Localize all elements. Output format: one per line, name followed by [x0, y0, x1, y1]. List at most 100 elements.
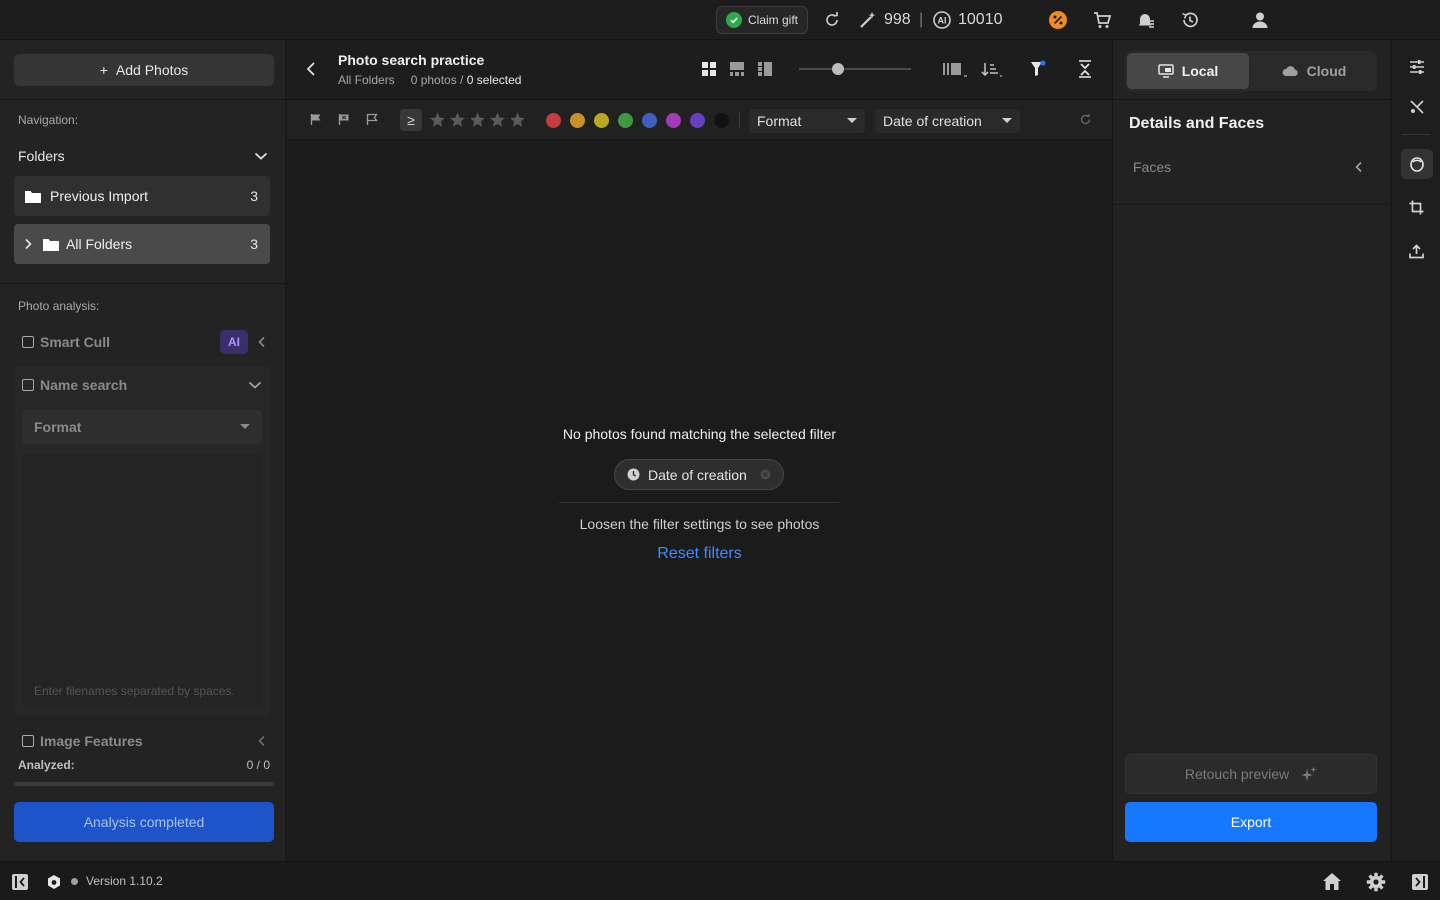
- settings-gear-icon[interactable]: [1366, 872, 1386, 892]
- compare-view-icon[interactable]: [757, 61, 773, 77]
- folder-icon: [42, 237, 60, 252]
- adjustments-icon[interactable]: [1409, 59, 1425, 75]
- color-label-dot[interactable]: [666, 113, 681, 128]
- flag-unflagged-icon[interactable]: [366, 113, 378, 126]
- star-rating[interactable]: [429, 112, 526, 128]
- image-features-checkbox[interactable]: [22, 735, 34, 747]
- user-icon[interactable]: [1250, 10, 1270, 30]
- breadcrumb-item[interactable]: All Folders: [338, 73, 395, 87]
- star-icon[interactable]: [429, 112, 446, 128]
- color-label-dot[interactable]: [618, 113, 633, 128]
- star-icon[interactable]: [489, 112, 506, 128]
- retouch-preview-button[interactable]: Retouch preview: [1125, 754, 1377, 794]
- cart-icon[interactable]: [1092, 10, 1112, 30]
- collapse-icon[interactable]: [1078, 60, 1092, 78]
- caret-down-icon: [240, 424, 250, 430]
- color-label-dot[interactable]: [714, 113, 729, 128]
- face-tool-button[interactable]: [1401, 149, 1433, 179]
- chevron-left-icon[interactable]: [1355, 161, 1363, 173]
- home-icon[interactable]: [1322, 872, 1342, 891]
- reset-filters-link[interactable]: Reset filters: [657, 545, 741, 562]
- empty-state-title: No photos found matching the selected fi…: [562, 426, 837, 442]
- clear-chip-icon[interactable]: [760, 469, 771, 480]
- analysis-progress-bar: [14, 782, 274, 786]
- faces-row[interactable]: Faces: [1133, 157, 1363, 177]
- analyzed-label: Analyzed:: [18, 758, 75, 772]
- filter-icon[interactable]: [1030, 60, 1046, 78]
- stack-icon[interactable]: [942, 61, 968, 79]
- notifications-icon[interactable]: [1136, 10, 1156, 30]
- tab-local-label: Local: [1181, 63, 1219, 79]
- folders-header[interactable]: Folders: [18, 146, 268, 166]
- date-filter-chip[interactable]: Date of creation: [614, 459, 784, 490]
- smart-cull-row[interactable]: Smart Cull AI: [22, 330, 266, 354]
- tab-cloud[interactable]: Cloud: [1253, 53, 1375, 89]
- name-search-label: Name search: [40, 377, 128, 393]
- collapse-right-panel-icon[interactable]: [1411, 873, 1429, 891]
- format-dropdown-label: Format: [757, 113, 802, 129]
- star-icon[interactable]: [509, 112, 526, 128]
- collapse-left-panel-icon[interactable]: [11, 873, 29, 891]
- center-header: Photo search practice All Folders 0 phot…: [287, 40, 1112, 100]
- empty-state-hint: Loosen the filter settings to see photos: [579, 516, 820, 532]
- discount-badge-icon[interactable]: [1048, 10, 1068, 30]
- upload-icon[interactable]: [1409, 244, 1424, 259]
- check-icon: [726, 12, 742, 28]
- back-icon[interactable]: [306, 61, 316, 77]
- slider-knob[interactable]: [832, 63, 845, 75]
- color-label-dot[interactable]: [570, 113, 585, 128]
- smart-cull-label: Smart Cull: [40, 334, 111, 350]
- chevron-left-icon[interactable]: [258, 336, 266, 348]
- status-dot: [71, 878, 78, 885]
- format-select[interactable]: Format: [22, 410, 262, 444]
- rating-operator-button[interactable]: ≥: [400, 109, 422, 131]
- tab-local[interactable]: Local: [1127, 53, 1249, 89]
- divider: [0, 99, 286, 100]
- filenames-input[interactable]: Enter filenames separated by spaces.: [22, 454, 262, 708]
- star-icon[interactable]: [469, 112, 486, 128]
- color-label-dot[interactable]: [690, 113, 705, 128]
- retouch-tool-icon[interactable]: [1409, 99, 1425, 115]
- color-label-dot[interactable]: [642, 113, 657, 128]
- bottom-bar: Version 1.10.2: [0, 861, 1440, 900]
- folder-count: 3: [250, 188, 258, 204]
- ai-badge: AI: [220, 330, 248, 354]
- smart-cull-checkbox[interactable]: [22, 336, 34, 348]
- date-dropdown[interactable]: Date of creation: [875, 109, 1020, 133]
- sparkle-icon: [1301, 766, 1317, 782]
- grid-view-icon[interactable]: [701, 61, 717, 77]
- filter-chip-label: Date of creation: [648, 466, 747, 483]
- clock-icon: [627, 468, 640, 481]
- folder-previous-import[interactable]: Previous Import 3: [14, 176, 270, 216]
- monitor-icon: [1157, 64, 1174, 78]
- credits-count: 998: [884, 11, 911, 28]
- divider: [1113, 204, 1391, 205]
- history-icon[interactable]: [1180, 10, 1200, 30]
- reset-filter-icon[interactable]: [1079, 113, 1092, 126]
- flag-picked-icon[interactable]: [310, 113, 322, 126]
- analysis-completed-button[interactable]: Analysis completed: [14, 802, 274, 842]
- magic-wand-icon[interactable]: [858, 10, 878, 30]
- claim-gift-button[interactable]: Claim gift: [716, 6, 808, 34]
- color-label-dot[interactable]: [546, 113, 561, 128]
- tab-cloud-label: Cloud: [1306, 63, 1347, 79]
- format-dropdown[interactable]: Format: [749, 109, 865, 133]
- chevron-right-icon[interactable]: [24, 238, 32, 250]
- refresh-icon[interactable]: [822, 10, 842, 30]
- thumbnail-size-slider[interactable]: [799, 63, 911, 75]
- app-logo-icon[interactable]: [46, 874, 62, 890]
- star-icon[interactable]: [449, 112, 466, 128]
- folder-all-folders[interactable]: All Folders 3: [14, 224, 270, 264]
- chevron-left-icon[interactable]: [258, 735, 266, 747]
- sort-icon[interactable]: [981, 61, 1003, 79]
- flag-rejected-icon[interactable]: [338, 113, 350, 126]
- color-label-dot[interactable]: [594, 113, 609, 128]
- storage-tabs: Local Cloud: [1125, 51, 1377, 91]
- crop-icon[interactable]: [1409, 200, 1424, 215]
- name-search-header[interactable]: Name search: [22, 375, 262, 395]
- name-search-checkbox[interactable]: [22, 379, 34, 391]
- filmstrip-view-icon[interactable]: [729, 61, 745, 77]
- image-features-row[interactable]: Image Features: [22, 732, 266, 750]
- export-button[interactable]: Export: [1125, 802, 1377, 842]
- add-photos-button[interactable]: + Add Photos: [14, 54, 274, 86]
